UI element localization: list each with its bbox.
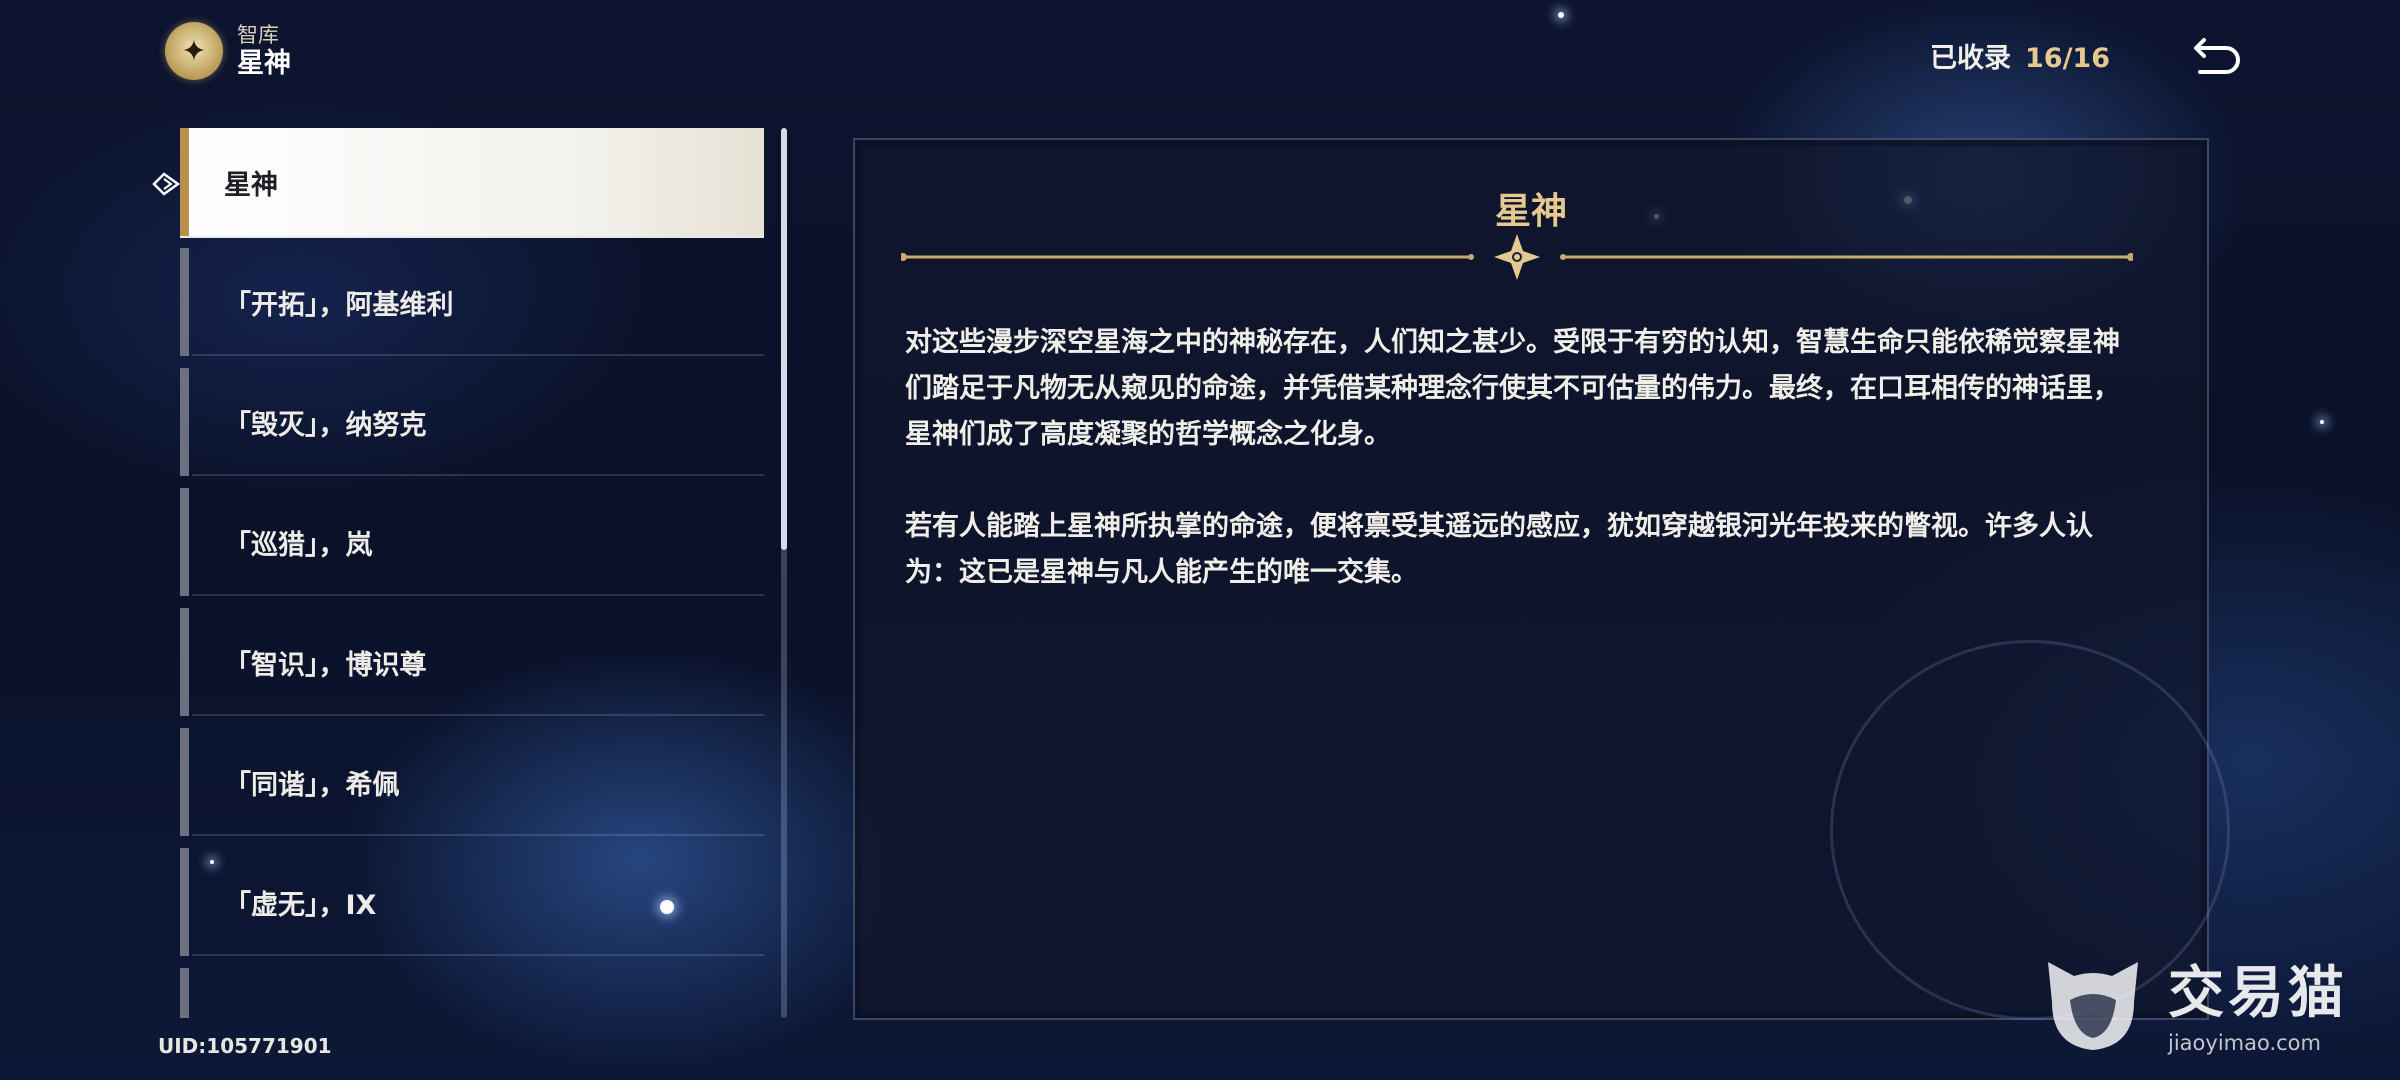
list-item-zhishi[interactable]: 「智识」，博识尊 — [180, 608, 764, 716]
page-header: ✦ 智库 星神 — [165, 22, 291, 80]
list-item-label: 「虚无」，IX — [224, 889, 377, 921]
content-body: 对这些漫步深空星海之中的神秘存在，人们知之甚少。受限于有穷的认知，智慧生命只能依… — [905, 320, 2125, 596]
list-item-xingshen[interactable]: 星神 — [180, 128, 764, 236]
content-paragraph: 若有人能踏上星神所执掌的命途，便将禀受其遥远的感应，犹如穿越银河光年投来的瞥视。… — [905, 511, 2093, 588]
divider — [192, 954, 764, 956]
selection-pointer-icon — [152, 172, 181, 196]
breadcrumb-section: 智库 — [237, 23, 279, 48]
content-paragraph: 对这些漫步深空星海之中的神秘存在，人们知之甚少。受限于有穷的认知，智慧生命只能依… — [905, 327, 2120, 450]
cat-logo-icon — [2048, 962, 2138, 1050]
list-item-tongxie[interactable]: 「同谐」，希佩 — [180, 728, 764, 836]
content-title: 星神 — [1494, 191, 1567, 232]
list-item-xunlie[interactable]: 「巡猎」，岚 — [180, 488, 764, 596]
item-accent-bar — [180, 848, 189, 956]
watermark: 交易猫 jiaoyimao.com — [2034, 942, 2348, 1060]
scrollbar-thumb[interactable] — [781, 128, 787, 550]
item-accent-bar — [180, 488, 189, 596]
list-item-label: 星神 — [224, 169, 278, 201]
divider — [192, 354, 764, 356]
item-accent-bar — [180, 368, 189, 476]
list-item-label: 「智识」，博识尊 — [224, 649, 427, 681]
list-item-xuwu[interactable]: 「虚无」，IX — [180, 848, 764, 956]
ornamental-divider-icon — [901, 234, 2133, 280]
divider — [192, 474, 764, 476]
content-panel: 星神 对这些漫步深空星海之中的神秘存在，人们知之甚少。受限于有穷的认知，智慧生命… — [853, 138, 2209, 1020]
list-scrollbar[interactable] — [781, 128, 787, 1018]
list-item-kaituo[interactable]: 「开拓」，阿基维利 — [180, 248, 764, 356]
star — [1558, 12, 1564, 18]
page-title: 星神 — [237, 47, 291, 79]
collection-label: 已收录 — [1930, 43, 2011, 74]
collection-count: 16/16 — [2025, 43, 2111, 74]
list-item-huimie[interactable]: 「毁灭」，纳努克 — [180, 368, 764, 476]
divider — [192, 594, 764, 596]
list-item-label: 「开拓」，阿基维利 — [224, 289, 454, 321]
item-accent-bar — [180, 248, 189, 356]
list-item-label: 「毁灭」，纳努克 — [224, 409, 427, 441]
back-button[interactable] — [2190, 28, 2246, 80]
item-accent-bar — [180, 728, 189, 836]
collection-progress: 已收录 16/16 — [1930, 36, 2110, 75]
divider — [192, 714, 764, 716]
divider — [192, 834, 764, 836]
player-uid: UID:105771901 — [158, 1034, 332, 1058]
list-item-label: 「巡猎」，岚 — [224, 529, 373, 561]
list-item-label: 「同谐」，希佩 — [224, 769, 400, 801]
watermark-en: jiaoyimao.com — [2168, 1030, 2321, 1055]
item-accent-bar — [180, 608, 189, 716]
list-item-partial[interactable] — [180, 968, 764, 1018]
item-accent-bar — [180, 968, 189, 1018]
return-arrow-icon — [2194, 38, 2240, 74]
compass-star-icon: ✦ — [165, 22, 223, 80]
item-accent-bar — [180, 128, 189, 236]
entry-list: 星神 「开拓」，阿基维利 「毁灭」，纳努克 「巡猎」，岚 「智识」，博识尊 「同… — [180, 128, 764, 1018]
watermark-cn: 交易猫 — [2168, 960, 2348, 1026]
star — [2320, 420, 2324, 424]
